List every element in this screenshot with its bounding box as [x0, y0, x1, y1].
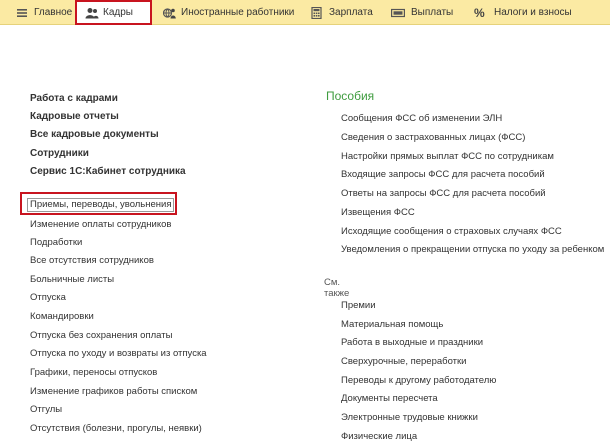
tab-label: Выплаты [411, 7, 454, 18]
link-vacations[interactable]: Отпуска [30, 292, 66, 304]
link-sick-leaves[interactable]: Больничные листы [30, 274, 114, 286]
link-fss-request-answers[interactable]: Ответы на запросы ФСС для расчета пособи… [341, 188, 546, 200]
link-unpaid-leaves[interactable]: Отпуска без сохранения оплаты [30, 330, 172, 342]
link-hr-work[interactable]: Работа с кадрами [30, 93, 118, 105]
calculator-icon [311, 6, 323, 19]
link-hires-transfers-dismissals[interactable]: Приемы, переводы, увольнения [20, 192, 177, 215]
link-transfers-to-employer[interactable]: Переводы к другому работодателю [341, 375, 496, 387]
tab-main[interactable]: Главное [16, 0, 72, 25]
link-direct-payments-settings[interactable]: Настройки прямых выплат ФСС по сотрудник… [341, 151, 554, 163]
percent-icon: % [474, 5, 485, 20]
tab-hr[interactable]: Кадры [75, 0, 152, 25]
link-fss-eln-messages[interactable]: Сообщения ФСС об изменении ЭЛН [341, 113, 502, 125]
link-overtime[interactable]: Сверхурочные, переработки [341, 356, 467, 368]
link-electronic-work-books[interactable]: Электронные трудовые книжки [341, 412, 478, 424]
link-side-jobs[interactable]: Подработки [30, 237, 82, 249]
link-vacation-schedules[interactable]: Графики, переносы отпусков [30, 367, 157, 379]
link-hr-reports[interactable]: Кадровые отчеты [30, 111, 119, 123]
section-panel: Главное Кадры Иностранные работники Зарп… [0, 0, 610, 25]
globe-person-icon [163, 7, 176, 19]
link-business-trips[interactable]: Командировки [30, 311, 94, 323]
link-fss-notices[interactable]: Извещения ФСС [341, 207, 415, 219]
link-parental-leaves[interactable]: Отпуска по уходу и возвраты из отпуска [30, 348, 207, 360]
link-individuals[interactable]: Физические лица [341, 431, 417, 443]
see-also-heading: См. также [324, 277, 350, 299]
link-absences-illness[interactable]: Отсутствия (болезни, прогулы, неявки) [30, 423, 202, 435]
tab-taxes[interactable]: % Налоги и взносы [474, 0, 572, 25]
link-all-hr-documents[interactable]: Все кадровые документы [30, 129, 159, 141]
link-incoming-fss-requests[interactable]: Входящие запросы ФСС для расчета пособий [341, 169, 545, 181]
tab-label: Налоги и взносы [494, 7, 572, 18]
people-icon [85, 7, 99, 19]
tab-foreign-workers[interactable]: Иностранные работники [163, 0, 294, 25]
link-insured-persons-info[interactable]: Сведения о застрахованных лицах (ФСС) [341, 132, 525, 144]
link-time-off[interactable]: Отгулы [30, 404, 62, 416]
link-financial-aid[interactable]: Материальная помощь [341, 319, 443, 331]
link-employee-cabinet-service[interactable]: Сервис 1С:Кабинет сотрудника [30, 166, 186, 178]
link-pay-changes[interactable]: Изменение оплаты сотрудников [30, 219, 171, 231]
tab-salary[interactable]: Зарплата [311, 0, 373, 25]
link-outgoing-insurance-messages[interactable]: Исходящие сообщения о страховых случаях … [341, 226, 562, 238]
list-item-label: Приемы, переводы, увольнения [27, 198, 175, 212]
tab-label: Иностранные работники [181, 7, 295, 18]
tab-label: Зарплата [329, 7, 373, 18]
link-schedule-changes-list[interactable]: Изменение графиков работы списком [30, 386, 197, 398]
link-recalculation-documents[interactable]: Документы пересчета [341, 393, 438, 405]
link-weekend-work[interactable]: Работа в выходные и праздники [341, 337, 483, 349]
link-all-absences[interactable]: Все отсутствия сотрудников [30, 255, 154, 267]
link-parental-leave-end-notices[interactable]: Уведомления о прекращении отпуска по ухо… [341, 244, 604, 256]
tab-label: Кадры [103, 7, 133, 18]
tab-payments[interactable]: Выплаты [391, 0, 453, 25]
list-lines-icon [16, 7, 28, 19]
banknote-icon [391, 7, 405, 19]
link-bonuses[interactable]: Премии [341, 300, 376, 312]
tab-label: Главное [34, 7, 73, 18]
link-employees[interactable]: Сотрудники [30, 148, 89, 160]
benefits-heading: Пособия [326, 89, 375, 103]
